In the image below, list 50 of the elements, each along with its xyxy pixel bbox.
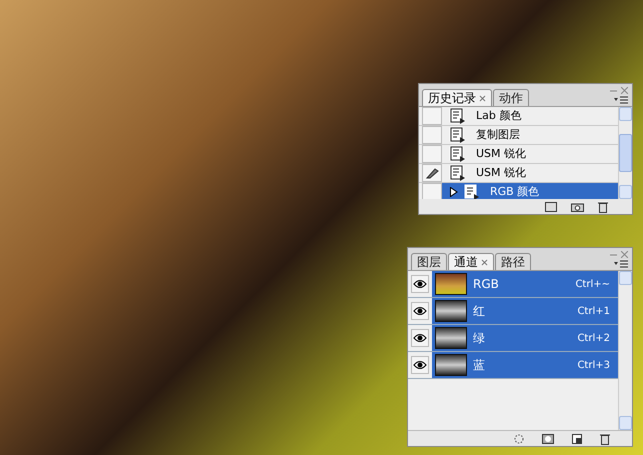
visibility-toggle[interactable] xyxy=(411,356,429,374)
eye-icon[interactable] xyxy=(413,360,427,370)
channel-name: 蓝 xyxy=(473,357,486,374)
visibility-toggle[interactable] xyxy=(411,275,429,293)
channel-shortcut: Ctrl+1 xyxy=(577,304,610,318)
eye-icon[interactable] xyxy=(413,279,427,289)
panel-menu-icon[interactable] xyxy=(614,96,628,104)
history-item[interactable]: USM 锐化 xyxy=(419,145,618,164)
visibility-toggle[interactable] xyxy=(411,329,429,347)
history-item[interactable]: Lab 颜色 xyxy=(419,107,618,126)
dotted-circle-icon[interactable] xyxy=(514,434,524,444)
channel-shortcut: Ctrl+~ xyxy=(575,278,610,292)
current-state-icon xyxy=(450,187,458,197)
panel-tab[interactable]: 通道 xyxy=(448,253,494,270)
history-source-box[interactable] xyxy=(422,164,442,182)
panel-tab[interactable]: 历史记录 xyxy=(422,89,492,106)
visibility-toggle[interactable] xyxy=(411,302,429,320)
channel-shortcut: Ctrl+3 xyxy=(577,358,610,372)
channel-name: RGB xyxy=(473,276,500,293)
history-item-label: Lab 颜色 xyxy=(476,108,522,124)
brush-icon xyxy=(425,167,439,179)
close-icon[interactable] xyxy=(481,258,488,266)
history-item[interactable]: 复制图层 xyxy=(419,126,618,145)
history-state-icon xyxy=(464,184,480,200)
panel-tab[interactable]: 图层 xyxy=(411,253,447,270)
trash-icon[interactable] xyxy=(598,200,608,212)
camera-icon[interactable] xyxy=(571,202,584,212)
channel-name: 绿 xyxy=(473,330,486,347)
channel-name: 红 xyxy=(473,303,486,320)
panel-tab[interactable]: 动作 xyxy=(493,89,529,106)
eye-icon[interactable] xyxy=(413,333,427,343)
trash-icon[interactable] xyxy=(600,432,610,444)
new-document-icon[interactable] xyxy=(545,202,557,212)
history-state-icon xyxy=(450,108,466,124)
history-item-label: USM 锐化 xyxy=(476,164,526,181)
history-item-label: 复制图层 xyxy=(476,126,520,143)
mask-icon[interactable] xyxy=(542,434,554,444)
panel-tab[interactable]: 路径 xyxy=(495,253,531,270)
scrollbar[interactable] xyxy=(618,107,632,199)
panel-menu-icon[interactable] xyxy=(614,260,628,268)
history-item-label: USM 锐化 xyxy=(476,146,526,162)
new-channel-icon[interactable] xyxy=(572,434,582,444)
history-state-icon xyxy=(450,127,466,143)
history-state-icon xyxy=(450,165,466,181)
history-item-label: RGB 颜色 xyxy=(490,184,540,200)
close-icon[interactable] xyxy=(479,94,486,102)
channel-shortcut: Ctrl+2 xyxy=(577,332,610,346)
eye-icon[interactable] xyxy=(413,306,427,316)
scrollbar[interactable] xyxy=(618,271,632,430)
history-state-icon xyxy=(450,146,466,162)
